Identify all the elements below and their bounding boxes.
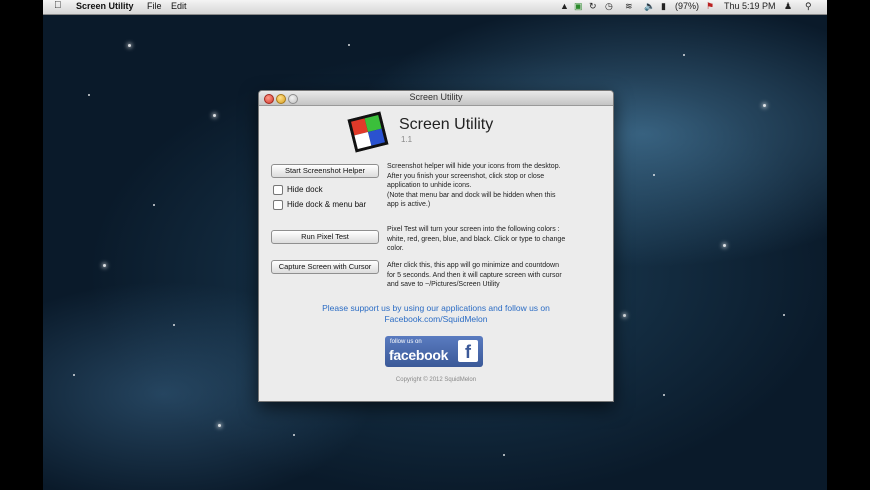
checkbox-box[interactable] [273, 200, 283, 210]
copyright-text: Copyright © 2012 SquidMelon [395, 377, 477, 383]
app-version: 1.1 [401, 135, 413, 144]
support-line[interactable]: Please support us by using our applicati… [259, 303, 613, 314]
menu-edit[interactable]: Edit [171, 1, 187, 11]
star [503, 454, 505, 456]
description-line: Screenshot helper will hide your icons f… [387, 163, 561, 170]
run-pixel-test-button[interactable]: Run Pixel Test [271, 230, 379, 244]
hide-dock-menubar-label: Hide dock & menu bar [287, 200, 367, 210]
hide-dock-menubar-checkbox[interactable]: Hide dock & menu bar [273, 200, 366, 210]
wifi-icon[interactable]: ≋ [625, 1, 633, 12]
hide-dock-checkbox[interactable]: Hide dock [273, 185, 323, 195]
support-link[interactable]: Facebook.com/SquidMelon [259, 314, 613, 325]
description-line: application to unhide icons. [387, 182, 472, 189]
helper-description: Screenshot helper will hide your icons f… [387, 162, 603, 210]
star [763, 104, 766, 107]
description-line: Pixel Test will turn your screen into th… [387, 226, 560, 233]
battery-percent[interactable]: (97%) [675, 1, 699, 11]
right-letterbox [827, 0, 870, 490]
capture-screen-with-cursor-button[interactable]: Capture Screen with Cursor [271, 260, 379, 274]
star [153, 204, 155, 206]
app-name-heading: Screen Utility [399, 116, 494, 133]
star [783, 314, 785, 316]
star [348, 44, 350, 46]
description-line: After you finish your screenshot, click … [387, 172, 545, 180]
screen-utility-status-icon[interactable]: ▣ [574, 1, 583, 12]
screen-utility-window: Screen Utility Screen Utility 1.1 Start … [258, 90, 614, 402]
spotlight-icon[interactable]: ⚲ [805, 1, 812, 12]
flag-icon[interactable]: ⚑ [706, 1, 714, 12]
menu-app-name[interactable]: Screen Utility [76, 1, 134, 11]
star [663, 394, 665, 396]
menu-clock[interactable]: Thu 5:19 PM [724, 1, 776, 11]
description-line: and save to ~/Pictures/Screen Utility [387, 281, 500, 288]
drive-icon[interactable]: ▲ [560, 1, 569, 11]
capture-description: After click this, this app will go minim… [387, 261, 603, 290]
star [103, 264, 106, 267]
description-line: white, red, green, blue, and black. Clic… [387, 235, 566, 243]
battery-icon[interactable]: ▮ [661, 1, 666, 12]
window-title: Screen Utility [409, 92, 463, 102]
facebook-icon: f [458, 340, 478, 362]
left-letterbox [0, 0, 43, 490]
facebook-follow-button[interactable]: follow us on facebook f [385, 336, 483, 367]
user-icon[interactable]: ♟ [784, 1, 792, 12]
app-logo-icon [347, 111, 389, 153]
support-message[interactable]: Please support us by using our applicati… [259, 303, 613, 325]
star [723, 244, 726, 247]
star [683, 54, 685, 56]
hide-dock-label: Hide dock [287, 185, 323, 195]
facebook-follow-text: follow us on [390, 339, 422, 345]
apple-icon[interactable]:  [54, 0, 62, 11]
start-screenshot-helper-button[interactable]: Start Screenshot Helper [271, 164, 379, 178]
menu-file[interactable]: File [147, 1, 162, 11]
menu-bar:  Screen Utility File Edit ▲ ▣ ↻ ◷ ≋ 🔈 ▮… [43, 0, 827, 15]
description-line: After click this, this app will go minim… [387, 262, 559, 269]
star [653, 174, 655, 176]
star [623, 314, 626, 317]
description-line: app is active.) [387, 201, 431, 208]
star [73, 374, 75, 376]
description-line: color. [387, 245, 404, 252]
star [88, 94, 90, 96]
star [213, 114, 216, 117]
description-line: for 5 seconds. And then it will capture … [387, 271, 562, 279]
volume-icon[interactable]: 🔈 [644, 1, 655, 12]
pixel-test-description: Pixel Test will turn your screen into th… [387, 225, 603, 254]
sync-icon[interactable]: ↻ [589, 1, 597, 12]
screen:  Screen Utility File Edit ▲ ▣ ↻ ◷ ≋ 🔈 ▮… [0, 0, 870, 490]
facebook-wordmark: facebook [389, 347, 449, 363]
star [218, 424, 221, 427]
checkbox-box[interactable] [273, 185, 283, 195]
star [128, 44, 131, 47]
star [173, 324, 175, 326]
star [293, 434, 295, 436]
time-machine-icon[interactable]: ◷ [605, 1, 613, 12]
description-line: (Note that menu bar and dock will be hid… [387, 191, 556, 199]
window-titlebar[interactable]: Screen Utility [259, 91, 613, 106]
